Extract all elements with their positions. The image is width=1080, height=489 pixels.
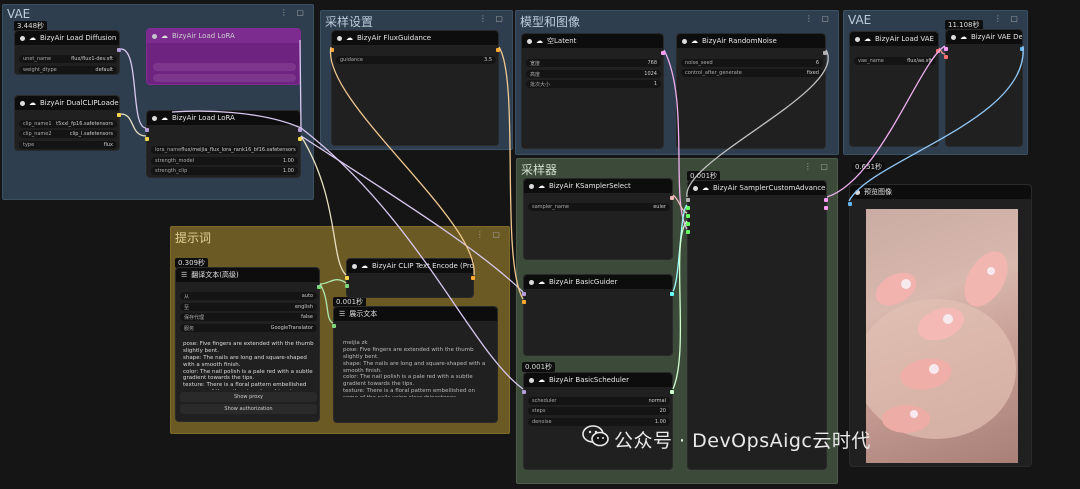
connection-links [120, 39, 1024, 390]
wechat-icon [582, 425, 609, 447]
workflow-canvas[interactable]: VAE ⋮ ▢ 采样设置 ⋮ ▢ 模型和图像 ⋮ ▢ VAE ⋮ ▢ 提示词 ⋮… [0, 0, 1080, 489]
watermark-text: 公众号 · DevOpsAigc云时代 [614, 430, 871, 452]
